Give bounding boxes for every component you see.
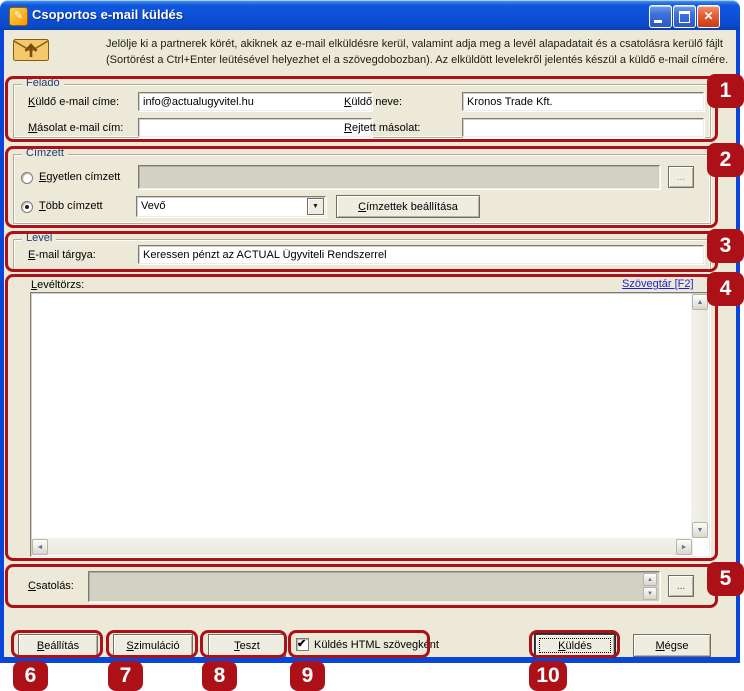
kuldo-neve-input[interactable]: [462, 92, 704, 111]
tobb-cimzett-radio[interactable]: [21, 201, 33, 213]
spin-up-button[interactable]: ▲: [643, 573, 657, 586]
teszt-label: Teszt: [234, 639, 260, 652]
radio-selected-dot: [25, 205, 29, 209]
group-cimzett-legend: Címzett: [22, 147, 68, 159]
szovegtar-link[interactable]: Szövegtár [F2]: [622, 278, 694, 290]
scroll-right-button[interactable]: ►: [676, 539, 692, 555]
email-targya-label: E-mail tárgya:: [28, 249, 96, 261]
annotation-badge-9: 9: [290, 661, 325, 691]
csatolas-input: ▲ ▼: [88, 571, 660, 602]
pen-icon: ✎: [13, 10, 24, 22]
annotation-badge-3: 3: [707, 229, 744, 263]
szimulacio-button[interactable]: Szimuláció: [113, 634, 193, 657]
minimize-button[interactable]: [649, 5, 672, 28]
megse-button[interactable]: Mégse: [633, 634, 711, 657]
tobb-cimzett-label[interactable]: Több címzett: [39, 200, 103, 212]
annotation-badge-7: 7: [108, 661, 143, 691]
teszt-button[interactable]: Teszt: [208, 634, 286, 657]
horizontal-scrollbar[interactable]: [32, 538, 693, 555]
close-button[interactable]: ✕: [697, 5, 720, 28]
kuldo-email-input[interactable]: [138, 92, 372, 111]
html-checkbox-label[interactable]: Küldés HTML szövegként: [314, 639, 439, 651]
header-description-line2: (Sortörést a Ctrl+Enter leütésével helye…: [106, 54, 729, 66]
group-felado-legend: Feladó: [22, 77, 64, 89]
maximize-icon: [679, 11, 690, 23]
app-icon: ✎: [9, 7, 28, 26]
kuldes-button[interactable]: Küldés: [535, 634, 615, 657]
arrow-up-icon: ▲: [647, 576, 653, 583]
egyetlen-cimzett-label[interactable]: Egyetlen címzett: [39, 171, 120, 183]
close-icon: ✕: [703, 9, 714, 23]
scroll-left-button[interactable]: ◄: [32, 539, 48, 555]
cimzett-tipus-value: Vevő: [141, 200, 166, 212]
arrow-down-icon: ▼: [696, 526, 704, 534]
check-icon: ✔: [297, 638, 307, 650]
scroll-up-button[interactable]: ▲: [692, 294, 708, 310]
egyetlen-cimzett-radio[interactable]: [21, 172, 33, 184]
arrow-down-icon: ▼: [647, 590, 653, 597]
header-description-line1: Jelölje ki a partnerek körét, akiknek az…: [106, 38, 723, 50]
annotation-badge-4: 4: [707, 272, 744, 306]
rejtett-masolat-label: Rejtett másolat:: [344, 122, 421, 134]
annotation-badge-5: 5: [707, 562, 744, 596]
annotation-badge-6: 6: [13, 661, 48, 691]
annotation-badge-8: 8: [202, 661, 237, 691]
beallitas-label: Beállítás: [36, 639, 80, 652]
ellipsis-icon: ...: [676, 580, 686, 592]
beallitas-button[interactable]: Beállítás: [18, 634, 98, 657]
minimize-icon: [654, 20, 662, 23]
kuldo-neve-label: Küldő neve:: [344, 96, 403, 108]
rejtett-masolat-input[interactable]: [462, 118, 704, 137]
szimulacio-label: Szimuláció: [126, 639, 180, 652]
cimzettek-beallitasa-label: Címzettek beállítása: [358, 200, 458, 213]
maximize-button[interactable]: [673, 5, 696, 28]
arrow-left-icon: ◄: [36, 543, 44, 551]
message-body-editor[interactable]: ▲ ▼ ◄ ►: [30, 292, 710, 557]
email-targya-input[interactable]: [138, 245, 704, 264]
cimzett-tipus-select[interactable]: Vevő ▼: [136, 196, 326, 217]
spin-down-button[interactable]: ▼: [643, 587, 657, 600]
egyetlen-cimzett-input: [138, 165, 660, 189]
annotation-badge-1: 1: [707, 74, 744, 108]
kuldo-email-label: Küldő e-mail címe:: [28, 96, 120, 108]
html-checkbox[interactable]: ✔: [296, 638, 309, 651]
chevron-down-icon[interactable]: ▼: [307, 198, 324, 215]
masolat-email-label: Másolat e-mail cím:: [28, 122, 124, 134]
window-border-left: [0, 30, 4, 663]
title-bar[interactable]: ✎ Csoportos e-mail küldés ✕: [0, 0, 740, 30]
ellipsis-icon: ...: [676, 171, 686, 183]
csatolas-label: Csatolás:: [28, 580, 74, 592]
masolat-email-input[interactable]: [138, 118, 372, 137]
window-title: Csoportos e-mail küldés: [32, 7, 183, 22]
scroll-down-button[interactable]: ▼: [692, 522, 708, 538]
arrow-right-icon: ►: [680, 543, 688, 551]
kuldes-label: Küldés: [558, 639, 592, 652]
group-level-legend: Levél: [22, 232, 57, 244]
send-mail-icon: [12, 36, 50, 67]
annotation-badge-2: 2: [707, 143, 744, 177]
leveltorzs-label: Levéltörzs:: [31, 279, 85, 291]
message-body-textarea[interactable]: [33, 295, 693, 539]
vertical-scrollbar[interactable]: [691, 294, 708, 538]
cimzettek-beallitasa-button[interactable]: Címzettek beállítása: [336, 195, 480, 218]
csatolas-browse-button[interactable]: ...: [668, 575, 694, 597]
arrow-up-icon: ▲: [696, 298, 704, 306]
egyetlen-browse-button[interactable]: ...: [668, 166, 694, 188]
megse-label: Mégse: [655, 639, 689, 652]
annotation-badge-10: 10: [529, 661, 567, 691]
